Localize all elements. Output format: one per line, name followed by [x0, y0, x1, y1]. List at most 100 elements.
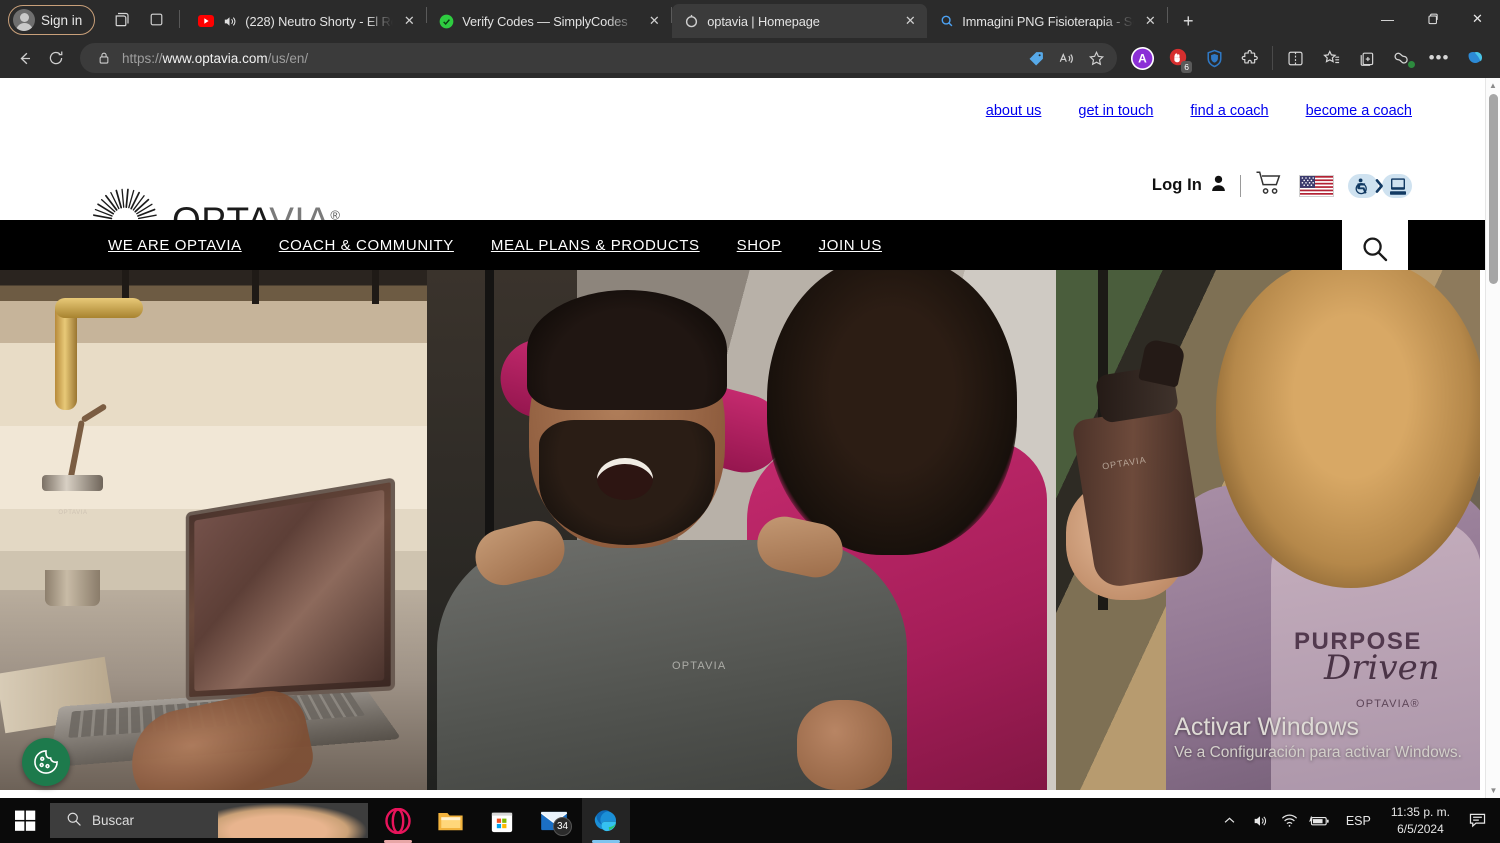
notification-center-icon[interactable]	[1460, 798, 1494, 843]
windows-start-icon[interactable]	[0, 798, 50, 843]
simplycodes-icon	[438, 13, 455, 30]
copilot-icon[interactable]	[1458, 43, 1492, 73]
clock-time: 11:35 p. m.	[1390, 805, 1450, 820]
laptop-screen	[185, 477, 396, 702]
tab-title: optavia | Homepage	[707, 13, 820, 29]
account-row: Log In	[1152, 170, 1414, 201]
hero-banner: OPTAVIA OPTAVIA PURPOSE Driven OPTAVIA® …	[0, 270, 1500, 790]
nav-link-about-us[interactable]: about us	[986, 103, 1042, 119]
utility-nav: about us get in touch find a coach becom…	[986, 103, 1412, 119]
split-pane-icon[interactable]	[141, 4, 171, 34]
taskbar-clock[interactable]: 11:35 p. m. 6/5/2024	[1383, 804, 1458, 836]
nav-we-are-optavia[interactable]: WE ARE OPTAVIA	[108, 237, 242, 254]
tumbler-brand-text: OPTAVIA	[58, 510, 88, 516]
hero-panel-kitchen-laptop[interactable]: OPTAVIA	[0, 270, 427, 790]
hero-panel-couple[interactable]: OPTAVIA	[427, 270, 1056, 790]
page-scrollbar[interactable]: ▲ ▼	[1485, 78, 1500, 798]
tab-actions-icon[interactable]	[107, 4, 137, 34]
volume-icon[interactable]	[1246, 798, 1274, 843]
favorites-icon[interactable]	[1314, 43, 1348, 73]
back-icon[interactable]	[8, 42, 40, 74]
nav-coach-community[interactable]: COACH & COMMUNITY	[279, 237, 454, 254]
optavia-icon	[683, 13, 700, 30]
url-text: https://www.optavia.com/us/en/	[122, 50, 309, 66]
profile-signin-button[interactable]: Sign in	[8, 5, 96, 35]
browser-tab[interactable]: Verify Codes — SimplyCodes ✕	[427, 4, 671, 38]
lock-icon	[94, 48, 114, 68]
essential-accessibility-icon[interactable]	[1348, 171, 1414, 201]
divider	[1167, 6, 1169, 23]
close-icon[interactable]: ✕	[901, 12, 919, 30]
battery-icon[interactable]	[1306, 798, 1334, 843]
split-screen-icon[interactable]	[1278, 43, 1312, 73]
nav-link-become-a-coach[interactable]: become a coach	[1306, 103, 1412, 119]
browser-tab[interactable]: (228) Neutro Shorty - El Rel ✕	[186, 4, 426, 38]
read-aloud-icon[interactable]	[1051, 44, 1081, 72]
taskbar-app-microsoft-store[interactable]	[478, 798, 526, 843]
avatar	[13, 9, 35, 31]
scroll-down-icon[interactable]: ▼	[1486, 783, 1500, 798]
maximize-button[interactable]	[1410, 3, 1455, 35]
minimize-button[interactable]: —	[1365, 3, 1410, 35]
shirt-text-driven: Driven	[1324, 648, 1440, 688]
taskbar-app-mail[interactable]: 34	[530, 798, 578, 843]
new-tab-button[interactable]: +	[1174, 7, 1202, 35]
taskbar-search-box[interactable]: Buscar	[50, 803, 368, 838]
shaker-tab	[1138, 338, 1186, 388]
nav-link-get-in-touch[interactable]: get in touch	[1078, 103, 1153, 119]
faucet-spout	[55, 298, 143, 318]
shopping-tag-icon[interactable]	[1021, 44, 1051, 72]
refresh-icon[interactable]	[40, 42, 72, 74]
extensions-icon[interactable]	[1233, 43, 1267, 73]
nav-meal-plans-products[interactable]: MEAL PLANS & PRODUCTS	[491, 237, 700, 254]
taskbar-app-edge[interactable]	[582, 798, 630, 843]
tab-title: (228) Neutro Shorty - El Rel	[245, 13, 394, 29]
wifi-icon[interactable]	[1276, 798, 1304, 843]
taskbar-app-opera[interactable]	[374, 798, 422, 843]
taskbar-app-file-explorer[interactable]	[426, 798, 474, 843]
tumbler-base	[45, 570, 100, 606]
vpn-shield-icon[interactable]	[1197, 43, 1231, 73]
show-hidden-icons[interactable]	[1216, 798, 1244, 843]
collections-icon[interactable]	[1350, 43, 1384, 73]
browser-tab-active[interactable]: optavia | Homepage ✕	[672, 4, 928, 38]
tumbler-lid	[42, 475, 103, 491]
close-icon[interactable]: ✕	[400, 12, 418, 30]
system-tray: ESP 11:35 p. m. 6/5/2024	[1216, 798, 1500, 843]
login-label: Log In	[1151, 176, 1202, 194]
mail-badge: 34	[553, 817, 572, 836]
login-button[interactable]: Log In	[1152, 175, 1226, 197]
tab-title: Verify Codes — SimplyCodes	[462, 13, 628, 29]
nav-link-find-a-coach[interactable]: find a coach	[1190, 103, 1268, 119]
svg-text:A: A	[1138, 51, 1147, 65]
close-window-button[interactable]: ✕	[1455, 3, 1500, 35]
language-indicator[interactable]: ESP	[1336, 814, 1381, 828]
search-icon	[66, 811, 82, 830]
adblock-icon[interactable]: 6	[1161, 43, 1195, 73]
scroll-up-icon[interactable]: ▲	[1486, 78, 1500, 93]
shirt-brand-text: OPTAVIA®	[1356, 698, 1420, 710]
hero-panel-shaker-woman[interactable]: PURPOSE Driven OPTAVIA® OPTAVIA	[1056, 270, 1480, 790]
adblock-badge: 6	[1181, 60, 1192, 73]
profile-avatar-a[interactable]: A	[1125, 43, 1159, 73]
woman-hair	[1216, 270, 1480, 588]
nav-shop[interactable]: SHOP	[737, 237, 782, 254]
browser-essentials-icon[interactable]	[1386, 43, 1420, 73]
search-placeholder: Buscar	[92, 813, 135, 828]
scrollbar-thumb[interactable]	[1489, 94, 1498, 284]
address-bar[interactable]: https://www.optavia.com/us/en/	[80, 43, 1117, 73]
us-flag-icon[interactable]	[1299, 174, 1334, 197]
close-icon[interactable]: ✕	[645, 12, 663, 30]
tshirt-brand-text: OPTAVIA	[672, 660, 727, 672]
browser-tab[interactable]: Immagini PNG Fisioterapia - Sear ✕	[927, 4, 1167, 38]
nav-join-us[interactable]: JOIN US	[819, 237, 882, 254]
cookie-consent-button[interactable]	[22, 738, 70, 786]
main-navigation: WE ARE OPTAVIA COACH & COMMUNITY MEAL PL…	[0, 220, 1500, 278]
close-icon[interactable]: ✕	[1141, 12, 1159, 30]
thumbnail-preview	[218, 803, 368, 838]
favorite-star-icon[interactable]	[1081, 44, 1111, 72]
settings-more-icon[interactable]: •••	[1422, 43, 1456, 73]
window-mullion	[252, 270, 259, 304]
tab-audio-icon[interactable]	[221, 13, 238, 30]
shopping-cart-icon[interactable]	[1255, 170, 1285, 201]
